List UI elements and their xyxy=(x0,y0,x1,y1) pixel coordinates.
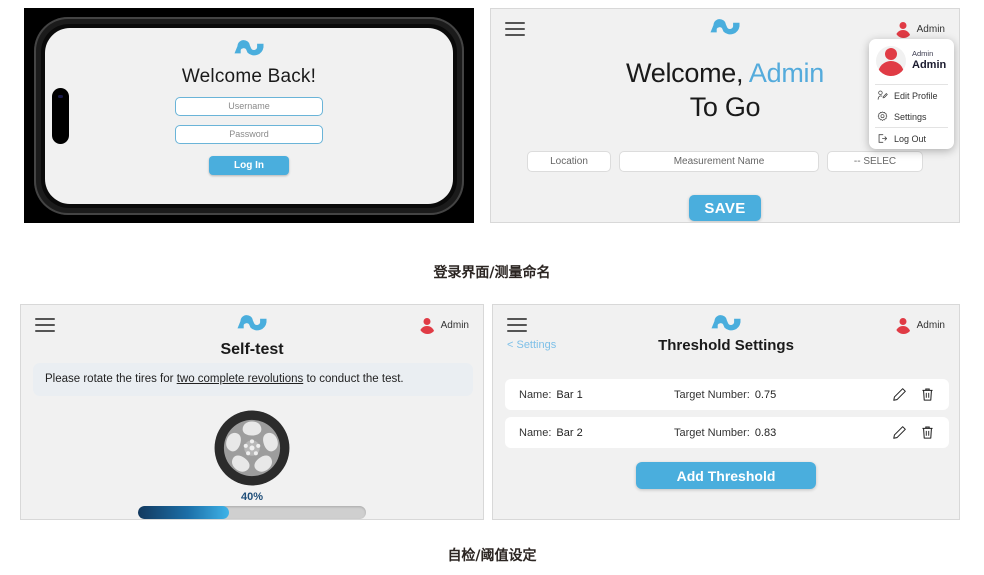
add-threshold-button[interactable]: Add Threshold xyxy=(636,462,816,489)
caption-bottom: 自检/阈值设定 xyxy=(447,548,537,564)
target-label: Target Number: xyxy=(674,426,750,439)
avatar xyxy=(876,46,906,76)
wave-logo-icon xyxy=(710,19,740,35)
row-name-cell: Name: Bar 1 xyxy=(519,389,674,401)
row-name-cell: Name: Bar 2 xyxy=(519,427,674,439)
user-menu-trigger[interactable]: Admin xyxy=(894,20,945,38)
trash-icon[interactable] xyxy=(920,425,935,440)
table-row[interactable]: Name: Bar 1 Target Number: 0.75 xyxy=(505,379,949,410)
welcome-static-text: Welcome, xyxy=(626,58,749,88)
avatar xyxy=(894,20,912,38)
measurement-field-row: Location Measurement Name -- SELEC xyxy=(491,151,959,172)
menu-item-label: Log Out xyxy=(894,133,927,144)
hamburger-menu-icon[interactable] xyxy=(35,318,55,332)
user-name-label: Admin xyxy=(916,319,945,331)
threshold-settings-panel: Admin < Settings Threshold Settings Name… xyxy=(492,304,960,520)
back-to-settings-link[interactable]: < Settings xyxy=(507,339,556,351)
hamburger-menu-icon[interactable] xyxy=(505,22,525,36)
phone-screen: Welcome Back! Username Password Log In xyxy=(45,27,453,204)
trash-icon[interactable] xyxy=(920,387,935,402)
welcome-user-name: Admin xyxy=(748,58,824,88)
hamburger-menu-icon[interactable] xyxy=(507,318,527,332)
avatar xyxy=(418,316,436,334)
row-target-cell: Target Number: 0.83 xyxy=(674,427,892,439)
row-target-cell: Target Number: 0.75 xyxy=(674,389,892,401)
location-input[interactable]: Location xyxy=(527,151,611,172)
caption-top: 登录界面/测量命名 xyxy=(433,265,551,281)
progress-percent-label: 40% xyxy=(240,491,264,503)
user-name-label: Admin xyxy=(916,23,945,35)
target-value: 0.75 xyxy=(754,388,777,401)
menu-item-settings[interactable]: Settings xyxy=(869,106,954,127)
dropdown-user-header: Admin Admin xyxy=(869,39,954,84)
logo-container xyxy=(709,17,741,39)
tire-wheel-icon xyxy=(213,409,291,492)
user-name-label: Admin xyxy=(440,319,469,331)
row-actions xyxy=(892,425,935,440)
wave-logo-icon xyxy=(237,315,267,331)
table-row[interactable]: Name: Bar 2 Target Number: 0.83 xyxy=(505,417,949,448)
screenshot-root: Welcome Back! Username Password Log In A… xyxy=(0,0,984,575)
menu-item-edit-profile[interactable]: Edit Profile xyxy=(869,85,954,106)
welcome-line2: To Go xyxy=(689,91,761,122)
name-value: Bar 1 xyxy=(556,388,583,401)
user-menu-trigger[interactable]: Admin xyxy=(894,316,945,334)
progress-bar xyxy=(138,506,366,519)
logout-icon xyxy=(878,134,888,143)
login-phone-panel: Welcome Back! Username Password Log In xyxy=(24,8,474,223)
self-test-panel: Admin Self-test Please rotate the tires … xyxy=(20,304,484,520)
instruction-emphasis: two complete revolutions xyxy=(176,373,304,385)
menu-item-log-out[interactable]: Log Out xyxy=(869,128,954,149)
row-actions xyxy=(892,387,935,402)
pencil-icon[interactable] xyxy=(892,387,907,402)
save-button[interactable]: SAVE xyxy=(689,195,761,221)
name-label: Name: xyxy=(519,426,552,439)
phone-bezel: Welcome Back! Username Password Log In xyxy=(41,23,457,208)
page-title: Threshold Settings xyxy=(658,336,794,354)
instruction-banner: Please rotate the tires for two complete… xyxy=(33,363,473,397)
profile-dropdown-menu: Admin Admin Edit Profile Settings Log Ou… xyxy=(869,39,954,149)
menu-item-label: Settings xyxy=(894,111,927,122)
target-value: 0.83 xyxy=(754,426,777,439)
logo-container xyxy=(710,313,742,335)
logo-container xyxy=(236,313,268,335)
measurement-name-input[interactable]: Measurement Name xyxy=(619,151,819,172)
pencil-icon[interactable] xyxy=(892,425,907,440)
username-input[interactable]: Username xyxy=(175,96,323,116)
avatar xyxy=(894,316,912,334)
wave-logo-icon xyxy=(711,315,741,331)
measurement-naming-panel: Admin Welcome, Admin To Go Location Meas… xyxy=(490,8,960,223)
phone-frame: Welcome Back! Username Password Log In xyxy=(34,16,464,215)
password-input[interactable]: Password xyxy=(175,124,323,144)
dropdown-user-title: Admin xyxy=(912,58,947,71)
edit-profile-icon xyxy=(877,90,888,100)
wave-logo-icon xyxy=(234,39,264,55)
threshold-header: < Settings Threshold Settings xyxy=(493,336,959,354)
name-label: Name: xyxy=(519,388,552,401)
progress-bar-fill xyxy=(138,506,230,519)
dropdown-user-subtitle: Admin xyxy=(912,49,934,59)
instruction-pre: Please rotate the tires for xyxy=(45,373,177,385)
page-title: Self-test xyxy=(220,341,284,358)
app-bar: Admin xyxy=(21,305,483,345)
target-label: Target Number: xyxy=(674,388,750,401)
phone-side-button xyxy=(52,87,69,144)
login-title: Welcome Back! xyxy=(181,65,317,87)
instruction-post: to conduct the test. xyxy=(303,373,404,385)
type-select-dropdown[interactable]: -- SELEC xyxy=(827,151,923,172)
login-button[interactable]: Log In xyxy=(209,155,289,175)
gear-icon xyxy=(877,111,888,121)
name-value: Bar 2 xyxy=(556,426,583,439)
menu-item-label: Edit Profile xyxy=(894,90,938,101)
user-menu-trigger[interactable]: Admin xyxy=(418,316,469,334)
